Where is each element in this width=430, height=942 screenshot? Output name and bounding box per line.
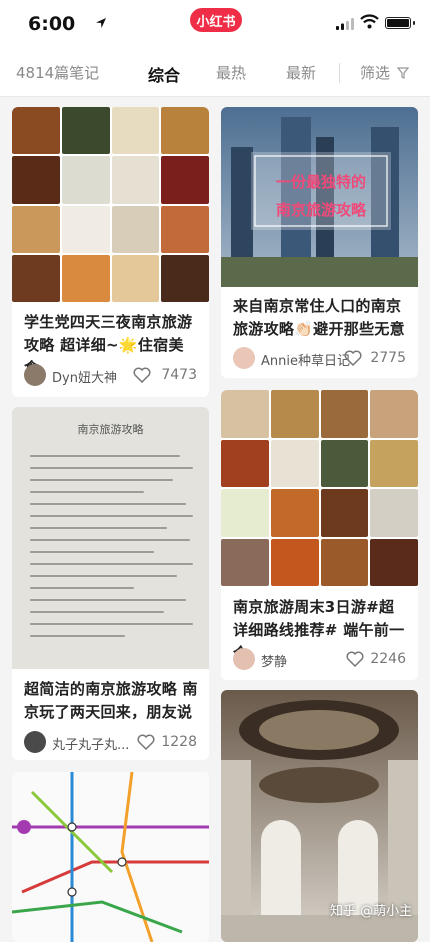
avatar [24, 364, 46, 386]
avatar [24, 731, 46, 753]
post-cover-image: 一份最独特的 南京旅游攻略 [221, 107, 418, 287]
post-author: 丸子丸子丸... [52, 738, 130, 753]
avatar [233, 648, 255, 670]
like-count: 2775 [370, 350, 406, 366]
post-author: Annie种草日记 [261, 354, 350, 369]
brand-badge: 小红书 [190, 8, 242, 32]
like-count: 1228 [161, 734, 197, 750]
post-card[interactable]: 南京旅游周末3日游#超详细路线推荐# 端午前一个 梦静 2246 [221, 390, 418, 680]
status-bar: 6:00 小红书 [0, 0, 430, 46]
post-card[interactable]: 南京旅游攻略 超简洁的南京旅游攻略 南京玩了两天回来，朋友说 丸子丸子丸... … [12, 407, 209, 760]
heart-icon[interactable] [133, 367, 151, 383]
post-meta: 丸子丸子丸... 1228 [24, 731, 197, 755]
filter-button[interactable]: 筛选 [360, 62, 390, 83]
tab-comprehensive[interactable]: 综合 [148, 62, 180, 86]
post-title: 超简洁的南京旅游攻略 南京玩了两天回来，朋友说 [24, 680, 198, 721]
post-meta: Annie种草日记 2775 [233, 347, 406, 371]
document-heading: 南京旅游攻略 [77, 423, 144, 436]
post-cover-image: 南京旅游攻略 [12, 407, 209, 669]
wifi-icon [360, 14, 379, 29]
like-count: 2246 [370, 651, 406, 667]
signal-icon [336, 18, 354, 30]
cover-text-bottom: 南京旅游攻略 [276, 201, 367, 219]
post-meta: 梦静 2246 [233, 648, 406, 672]
note-count: 4814篇笔记 [16, 64, 100, 82]
heart-icon[interactable] [344, 350, 362, 366]
watermark: 知乎 @萌小主 [330, 904, 413, 919]
filter-tab-bar: 4814篇笔记 综合 最热 最新 筛选 [0, 46, 430, 97]
filter-funnel-icon[interactable] [397, 67, 409, 79]
status-time: 6:00 [28, 13, 76, 35]
tab-divider [339, 63, 340, 83]
post-cover-image [12, 107, 209, 302]
post-author: 梦静 [261, 655, 288, 670]
post-card[interactable]: 一份最独特的 南京旅游攻略 来自南京常住人口的南京旅游攻略👏🏻避开那些无意 An… [221, 107, 418, 378]
post-cover-image [12, 772, 209, 942]
tab-hottest[interactable]: 最热 [216, 62, 246, 83]
cover-text-top: 一份最独特的 [276, 173, 366, 191]
post-card[interactable] [12, 772, 209, 942]
post-title: 来自南京常住人口的南京旅游攻略👏🏻避开那些无意 [233, 297, 405, 338]
heart-icon[interactable] [346, 651, 364, 667]
location-arrow-icon [96, 18, 106, 28]
battery-icon [385, 17, 415, 29]
post-card[interactable]: 学生党四天三夜南京旅游攻略 超详细~🌟住宿美食 Dyn妞大神 7473 [12, 107, 209, 397]
avatar [233, 347, 255, 369]
post-cover-image [221, 390, 418, 586]
post-author: Dyn妞大神 [52, 371, 117, 386]
heart-icon[interactable] [137, 734, 155, 750]
like-count: 7473 [161, 367, 197, 383]
post-meta: Dyn妞大神 7473 [24, 364, 197, 388]
tab-newest[interactable]: 最新 [286, 62, 316, 83]
